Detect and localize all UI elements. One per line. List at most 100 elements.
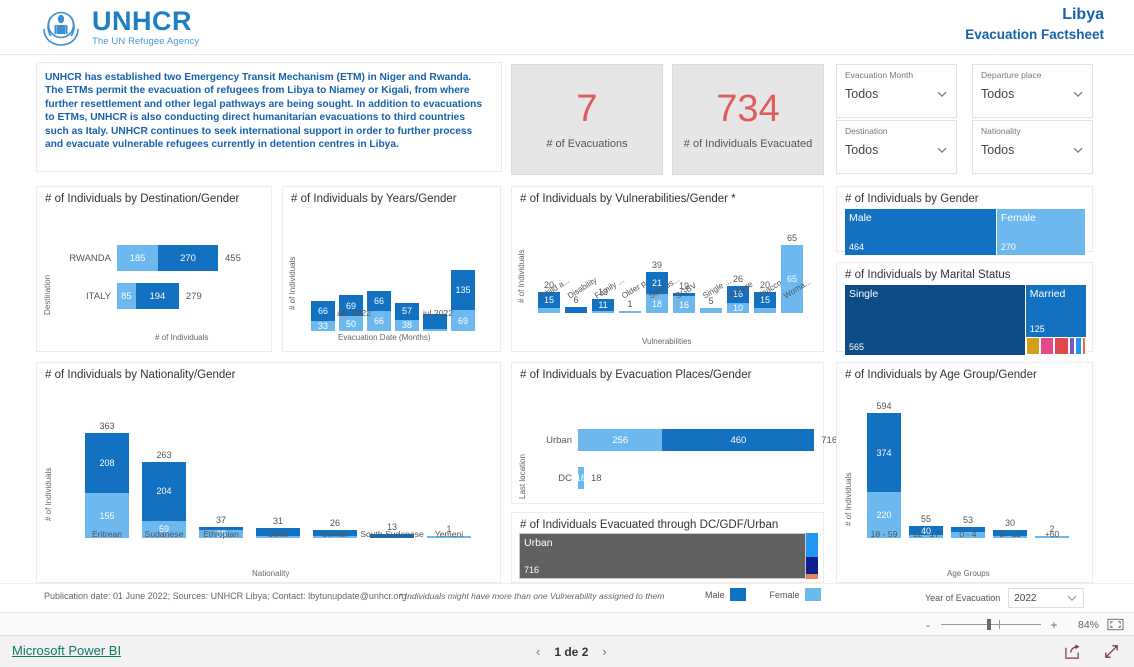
next-page-button[interactable]: › bbox=[602, 644, 606, 659]
bar-segment-female[interactable]: 85 bbox=[117, 283, 136, 309]
treemap[interactable]: Urban 716 bbox=[519, 533, 818, 579]
slicer-value-row[interactable]: Todos bbox=[845, 143, 948, 157]
fullscreen-icon[interactable] bbox=[1103, 643, 1120, 660]
bar-row[interactable]: RWANDA 185 270 455 bbox=[55, 245, 241, 271]
chart-dc-gdf-urban-treemap[interactable]: # of Individuals Evacuated through DC/GD… bbox=[511, 512, 824, 583]
slicer-departure-place[interactable]: Departure place Todos bbox=[972, 64, 1093, 118]
chevron-down-icon[interactable] bbox=[1072, 144, 1084, 156]
bar-column[interactable] bbox=[619, 311, 641, 313]
slicer-label: Evacuation Month bbox=[845, 70, 914, 80]
slicer-year-of-evacuation[interactable]: Year of Evacuation 2022 bbox=[925, 588, 1085, 608]
treemap-tile[interactable] bbox=[1054, 336, 1069, 355]
bar-segment-female[interactable]: 10 bbox=[727, 302, 749, 313]
treemap-tile[interactable] bbox=[806, 533, 818, 557]
treemap[interactable]: Single 565 Married 125 bbox=[845, 285, 1087, 355]
chart-vulnerabilities-gender[interactable]: # of Individuals by Vulnerabilities/Gend… bbox=[511, 186, 824, 352]
slicer-evacuation-month[interactable]: Evacuation Month Todos bbox=[836, 64, 957, 118]
bar-segment-female[interactable]: 16 bbox=[673, 296, 695, 313]
bar-segment-male[interactable] bbox=[565, 306, 587, 313]
slicer-value-row[interactable]: Todos bbox=[845, 87, 948, 101]
bar-segment-female[interactable]: 18 bbox=[576, 467, 586, 489]
treemap-tile[interactable] bbox=[806, 556, 818, 575]
slicer-nationality[interactable]: Nationality Todos bbox=[972, 120, 1093, 174]
chart-destination-gender[interactable]: # of Individuals by Destination/Gender D… bbox=[36, 186, 272, 352]
treemap-tile[interactable] bbox=[1025, 336, 1041, 355]
bar-track[interactable]: 85 194 bbox=[117, 283, 179, 309]
treemap-tile[interactable]: Male 464 bbox=[845, 209, 997, 255]
year-slicer-box[interactable]: 2022 bbox=[1008, 588, 1085, 608]
bar-track[interactable]: 256 460 bbox=[578, 429, 815, 451]
treemap-tile[interactable] bbox=[1068, 336, 1076, 355]
bar-column[interactable]: 135 69 bbox=[451, 269, 475, 331]
treemap-tile[interactable]: Female 270 bbox=[996, 209, 1086, 255]
powerbi-link[interactable]: Microsoft Power BI bbox=[12, 643, 121, 658]
bar-segment-female[interactable] bbox=[538, 307, 560, 313]
bar-segment-male[interactable]: 460 bbox=[662, 429, 815, 451]
bar-segment-male[interactable]: 270 bbox=[158, 245, 218, 271]
treemap-tile[interactable] bbox=[806, 574, 818, 579]
zoom-slider[interactable] bbox=[941, 619, 1041, 630]
bar-segment-female[interactable]: 256 bbox=[578, 429, 663, 451]
chart-age-group-gender[interactable]: # of Individuals by Age Group/Gender # o… bbox=[836, 362, 1093, 583]
bar-column[interactable] bbox=[565, 306, 587, 313]
bar-track[interactable]: 185 270 bbox=[117, 245, 218, 271]
bar-segment-male[interactable]: 208 bbox=[85, 432, 129, 494]
bar-segment-female[interactable] bbox=[619, 311, 641, 313]
chevron-down-icon[interactable] bbox=[936, 144, 948, 156]
chart-plot-age: # of Individuals Age Groups 374 220 594 18 … bbox=[837, 381, 1092, 600]
bar-segment-female[interactable] bbox=[700, 307, 722, 313]
previous-page-button[interactable]: ‹ bbox=[536, 644, 540, 659]
bar-segment-female[interactable] bbox=[423, 329, 447, 331]
bar-track[interactable]: 18 bbox=[576, 467, 586, 489]
bar-segment-male[interactable]: 194 bbox=[135, 283, 179, 309]
bar-row[interactable]: ITALY 85 194 279 bbox=[55, 283, 202, 309]
zoom-out-button[interactable]: - bbox=[923, 618, 933, 632]
zoom-in-button[interactable]: + bbox=[1049, 618, 1059, 632]
treemap-tile[interactable]: Single 565 bbox=[845, 285, 1026, 355]
treemap[interactable]: Male 464 Female 270 bbox=[845, 209, 1086, 255]
chart-gender-treemap[interactable]: # of Individuals by Gender Male 464 Female… bbox=[836, 186, 1093, 255]
bar-segment-male[interactable]: 204 bbox=[142, 461, 186, 521]
chart-nationality-gender[interactable]: # of Individuals by Nationality/Gender #… bbox=[36, 362, 501, 583]
treemap-tile[interactable]: Married 125 bbox=[1025, 285, 1086, 337]
bar-column[interactable]: 374 220 bbox=[867, 413, 901, 538]
legend-item-female[interactable]: Female bbox=[770, 588, 821, 601]
bar-column[interactable]: 204 59 bbox=[142, 461, 186, 538]
zoom-slider-thumb[interactable] bbox=[987, 619, 991, 630]
chevron-down-icon[interactable] bbox=[1066, 592, 1078, 604]
bar-column[interactable] bbox=[700, 307, 722, 313]
chevron-down-icon[interactable] bbox=[1072, 88, 1084, 100]
bar-row[interactable]: DC 18 18 bbox=[532, 467, 602, 489]
kpi-card-individuals[interactable]: 734 # of Individuals Evacuated bbox=[672, 64, 824, 175]
treemap-tile[interactable] bbox=[1082, 336, 1087, 355]
bar-column[interactable]: 65 bbox=[781, 244, 803, 313]
bar-segment-female[interactable]: 38 bbox=[395, 319, 419, 331]
chart-marital-treemap[interactable]: # of Individuals by Marital Status Singl… bbox=[836, 262, 1093, 355]
treemap-tile[interactable] bbox=[1075, 336, 1083, 355]
chevron-down-icon[interactable] bbox=[936, 88, 948, 100]
bar-column[interactable]: 208 155 bbox=[85, 432, 129, 538]
bar-segment-female[interactable]: 65 bbox=[781, 244, 803, 313]
chart-years-gender[interactable]: # of Individuals by Years/Gender # of In… bbox=[282, 186, 501, 352]
slicer-value-row[interactable]: Todos bbox=[981, 143, 1084, 157]
treemap-tile[interactable] bbox=[1040, 336, 1055, 355]
bar-total-label: 1 bbox=[627, 299, 633, 309]
kpi-card-evacuations[interactable]: 7 # of Evacuations bbox=[511, 64, 663, 175]
slicer-value-row[interactable]: Todos bbox=[981, 87, 1084, 101]
chart-evacuation-places-gender[interactable]: # of Individuals by Evacuation Places/Ge… bbox=[511, 362, 837, 504]
bar-segment-female[interactable] bbox=[592, 310, 614, 313]
bar-segment-male[interactable]: 135 bbox=[451, 269, 475, 311]
fit-to-page-icon[interactable] bbox=[1107, 616, 1124, 633]
slicer-destination[interactable]: Destination Todos bbox=[836, 120, 957, 174]
bar-segment-male[interactable]: 11 bbox=[592, 299, 614, 311]
bar-row[interactable]: Urban 256 460 716 bbox=[532, 429, 837, 451]
legend-item-male[interactable]: Male bbox=[705, 588, 746, 601]
bar-segment-male[interactable]: 374 bbox=[867, 413, 901, 492]
bar-segment-female[interactable]: 50 bbox=[339, 316, 363, 331]
bar-segment-female[interactable]: 33 bbox=[311, 321, 335, 331]
bar-segment-female[interactable] bbox=[754, 307, 776, 313]
share-icon[interactable] bbox=[1064, 643, 1081, 660]
treemap-tile[interactable]: Urban 716 bbox=[519, 533, 807, 579]
bar-segment-female[interactable]: 185 bbox=[117, 245, 159, 271]
bar-column[interactable]: 11 bbox=[592, 299, 614, 313]
